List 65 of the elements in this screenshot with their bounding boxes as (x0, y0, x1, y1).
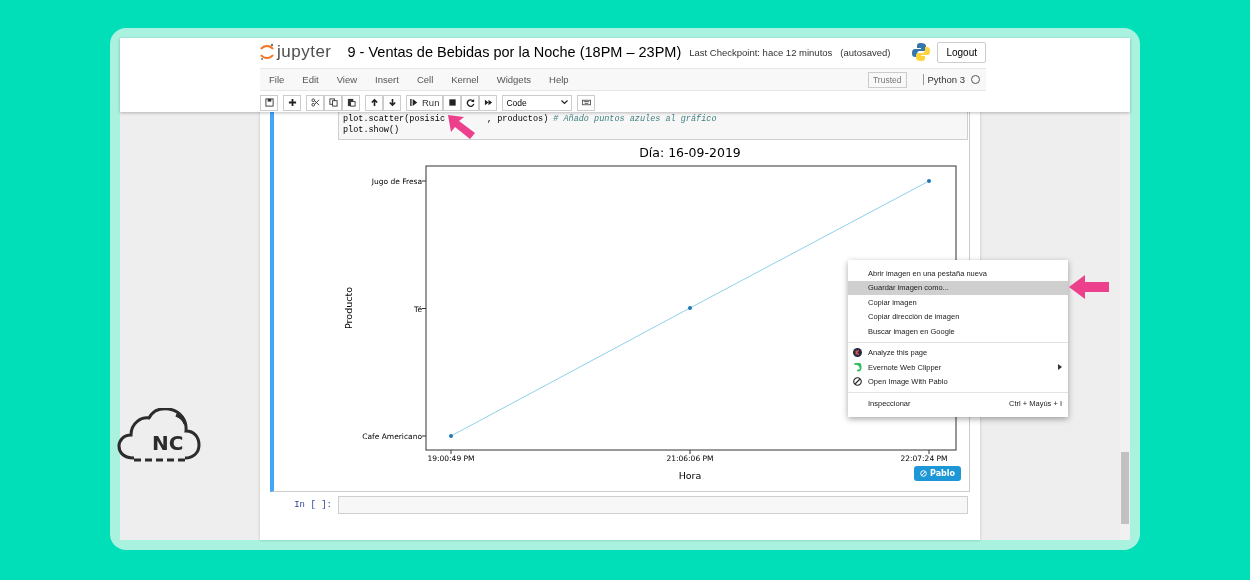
pointer-arrow (446, 113, 478, 141)
k-logo-icon (853, 348, 862, 358)
menu-item[interactable]: Kernel (442, 74, 488, 86)
plus-icon (287, 98, 297, 108)
step-icon (410, 98, 419, 108)
notebook-title[interactable]: 9 - Ventas de Bebidas por la Noche (18PM – 23PM) (347, 44, 682, 61)
chart-title: Día: 16-09-2019 (639, 145, 741, 160)
logo-text: NC (152, 431, 184, 455)
menu-item[interactable]: Cell (407, 74, 443, 86)
y-tick (421, 308, 427, 309)
trusted-indicator[interactable]: Trusted (868, 71, 907, 88)
stop-button[interactable] (443, 94, 462, 111)
autosave-status: (autosaved) (840, 46, 891, 58)
move-down-button[interactable] (383, 94, 401, 111)
y-axis-label: Producto (343, 287, 354, 329)
logo-text: jupyter (277, 42, 332, 63)
x-tick (928, 449, 930, 455)
keyboard-icon (581, 98, 591, 108)
menu-item[interactable]: Edit (293, 74, 328, 86)
code-text: plot.show() (343, 125, 400, 135)
arrow-up-icon (369, 98, 379, 108)
orbit-logo-icon (260, 43, 274, 62)
floppy-icon (264, 98, 274, 108)
input-prompt: In [ ]: (293, 500, 333, 510)
menu-item[interactable]: Insert (366, 74, 408, 86)
kernel-name: Python 3 (922, 74, 965, 86)
save-button[interactable] (260, 94, 278, 111)
x-tick (450, 449, 452, 455)
no-entry-icon (853, 377, 862, 387)
scissors-icon (310, 98, 320, 108)
checkpoint-text: Last Checkpoint: hace 12 minutos (689, 46, 833, 58)
copy-button[interactable] (324, 94, 342, 111)
code-editor[interactable]: plot.scatter(posisic , productos) # Añado puntos azules al gráfico plot.show() (338, 112, 968, 140)
fast-forward-button[interactable] (479, 94, 498, 111)
clipboard-icon (346, 98, 356, 108)
move-up-button[interactable] (365, 94, 383, 111)
add-cell-button[interactable] (283, 94, 301, 111)
menu-item[interactable]: View (327, 74, 367, 86)
copy-icon (328, 98, 338, 108)
cell-type-dropdown[interactable]: Code (502, 94, 573, 111)
x-axis-label: Hora (678, 470, 702, 481)
pointer-arrow (1069, 274, 1109, 300)
fast-forward-icon (483, 98, 493, 108)
command-palette-button[interactable] (577, 94, 596, 111)
logout-button[interactable]: Logout (937, 41, 986, 63)
code-text: , productos) (487, 114, 549, 124)
code-comment: # Añado puntos azules al gráfico (553, 114, 717, 124)
snake-logo-icon (911, 42, 932, 63)
menu-item[interactable]: File (260, 74, 294, 86)
menu-item[interactable]: Help (540, 74, 578, 86)
code-text: plot.scatter(posisic (343, 114, 446, 124)
menu-item[interactable]: Widgets (487, 74, 541, 86)
chevron-down-icon (561, 100, 569, 106)
restart-button[interactable] (461, 94, 480, 111)
restart-icon (465, 98, 475, 108)
y-tick (421, 435, 427, 437)
code-input-field[interactable] (338, 496, 968, 514)
paste-button[interactable] (342, 94, 360, 111)
square-icon (447, 98, 457, 108)
arrow-down-icon (387, 98, 397, 108)
x-tick (689, 449, 691, 455)
run-button[interactable]: Run (406, 94, 444, 111)
y-tick (421, 180, 427, 182)
cut-button[interactable] (306, 94, 324, 111)
no-entry-icon (920, 470, 927, 477)
